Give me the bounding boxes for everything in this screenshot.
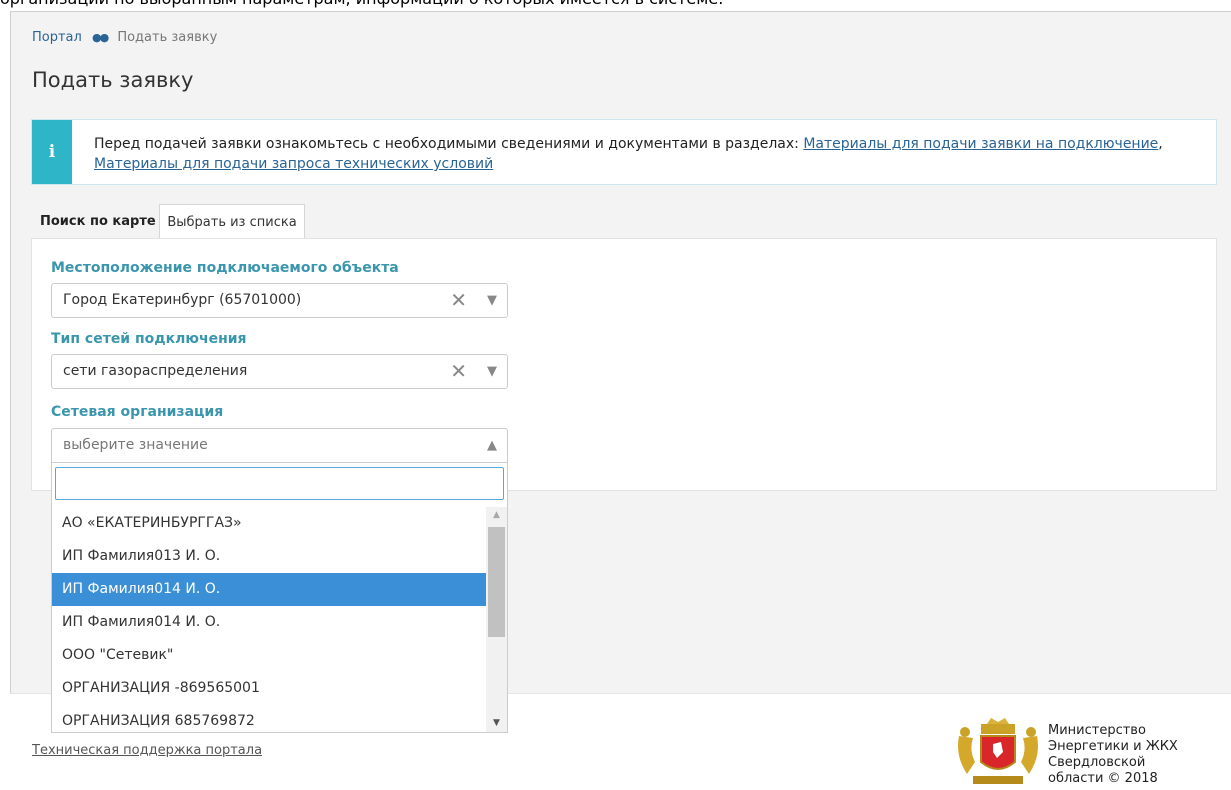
ministry-line: Энергетики и ЖКХ	[1048, 739, 1178, 754]
network-type-select[interactable]: сети газораспределения ✕ ▼	[51, 354, 508, 389]
alert-text: Перед подачей заявки ознакомьтесь с необ…	[94, 134, 1194, 174]
breadcrumb-separator-icon: ●●	[91, 31, 109, 44]
materials-technical-conditions-link[interactable]: Материалы для подачи запроса технических…	[94, 156, 493, 172]
support-link[interactable]: Техническая поддержка портала	[32, 743, 262, 758]
scrollbar-thumb[interactable]	[488, 527, 505, 637]
info-alert: i Перед подачей заявки ознакомьтесь с не…	[31, 119, 1217, 185]
ministry-line: Министерство	[1048, 723, 1146, 738]
page-title: Подать заявку	[32, 68, 194, 92]
ministry-text: Министерство Энергетики и ЖКХ Свердловск…	[1048, 723, 1178, 787]
ministry-line: Свердловской	[1048, 755, 1146, 770]
chevron-down-icon[interactable]: ▼	[487, 284, 497, 317]
alert-separator: ,	[1158, 136, 1163, 152]
dropdown-option[interactable]: ИП Фамилия014 И. О.	[52, 606, 486, 639]
location-value: Город Екатеринбург (65701000)	[63, 292, 302, 308]
alert-text-prefix: Перед подачей заявки ознакомьтесь с необ…	[94, 136, 804, 152]
network-type-value: сети газораспределения	[63, 363, 248, 379]
breadcrumb-current: Подать заявку	[117, 30, 218, 45]
dropdown-option[interactable]: ИП Фамилия013 И. О.	[52, 540, 486, 573]
network-type-label: Тип сетей подключения	[51, 331, 247, 347]
breadcrumb-home-link[interactable]: Портал	[32, 30, 82, 45]
clear-icon[interactable]: ✕	[450, 284, 467, 317]
location-label: Местоположение подключаемого объекта	[51, 260, 399, 276]
organization-select[interactable]: выберите значение ▲	[51, 428, 508, 463]
document-overlay-text: организации по выбранным параметрам, инф…	[0, 0, 723, 8]
coat-of-arms-logo	[958, 718, 1038, 784]
dropdown-scrollbar[interactable]: ▲ ▼	[486, 507, 507, 732]
location-select[interactable]: Город Екатеринбург (65701000) ✕ ▼	[51, 283, 508, 318]
scroll-up-icon[interactable]: ▲	[486, 507, 507, 524]
organization-options-list: АО «ЕКАТЕРИНБУРГГАЗ» ИП Фамилия013 И. О.…	[52, 507, 486, 738]
dropdown-option[interactable]: ООО "Сетевик"	[52, 639, 486, 672]
dropdown-option-highlighted[interactable]: ИП Фамилия014 И. О.	[52, 573, 486, 606]
materials-application-link[interactable]: Материалы для подачи заявки на подключен…	[803, 136, 1158, 152]
dropdown-option[interactable]: ОРГАНИЗАЦИЯ 685769872	[52, 705, 486, 738]
tab-select-from-list[interactable]: Выбрать из списка	[159, 204, 305, 239]
breadcrumb: Портал ●● Подать заявку	[32, 30, 217, 45]
organization-dropdown: АО «ЕКАТЕРИНБУРГГАЗ» ИП Фамилия013 И. О.…	[51, 462, 508, 733]
organization-placeholder: выберите значение	[63, 437, 208, 453]
info-icon: i	[32, 120, 72, 184]
chevron-down-icon[interactable]: ▼	[487, 355, 497, 388]
scroll-down-icon[interactable]: ▼	[486, 715, 507, 732]
organization-label: Сетевая организация	[51, 404, 224, 420]
dropdown-option[interactable]: АО «ЕКАТЕРИНБУРГГАЗ»	[52, 507, 486, 540]
tab-map-search[interactable]: Поиск по карте	[40, 204, 156, 239]
clear-icon[interactable]: ✕	[450, 355, 467, 388]
organization-search-input[interactable]	[55, 467, 504, 500]
dropdown-option[interactable]: ОРГАНИЗАЦИЯ -869565001	[52, 672, 486, 705]
chevron-up-icon[interactable]: ▲	[487, 429, 497, 462]
ministry-line: области © 2018	[1048, 771, 1158, 786]
